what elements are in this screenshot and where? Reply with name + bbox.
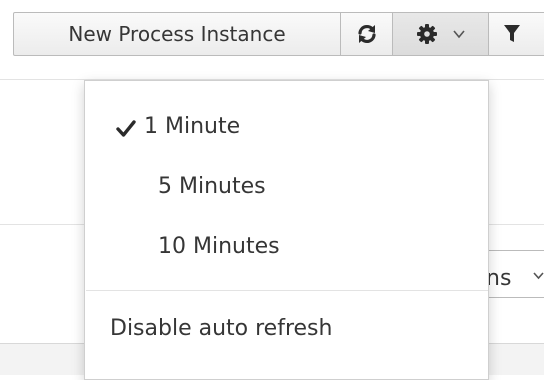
refresh-button[interactable] (340, 12, 393, 56)
menu-item-label: Disable auto refresh (110, 316, 333, 341)
gear-icon (416, 24, 437, 44)
background-select-label: ns (486, 266, 512, 291)
chevron-down-icon (452, 30, 465, 39)
menu-item-label: 5 Minutes (158, 174, 266, 199)
checkmark-icon (116, 120, 136, 137)
menu-divider (86, 290, 488, 291)
auto-refresh-settings-button[interactable] (392, 12, 489, 56)
menu-item-label: 10 Minutes (158, 234, 280, 259)
refresh-icon (357, 24, 376, 44)
menu-item-5-minutes[interactable]: 5 Minutes (86, 161, 488, 219)
menu-item-10-minutes[interactable]: 10 Minutes (86, 221, 488, 279)
menu-item-1-minute[interactable]: 1 Minute (86, 101, 488, 159)
disable-auto-refresh-item[interactable]: Disable auto refresh (86, 303, 488, 361)
new-process-instance-label: New Process Instance (68, 22, 286, 46)
auto-refresh-menu: 1 Minute 5 Minutes 10 Minutes Disable au… (84, 80, 489, 380)
new-process-instance-button[interactable]: New Process Instance (13, 12, 341, 56)
chevron-down-icon (533, 272, 544, 280)
filter-button[interactable] (488, 12, 544, 56)
filter-icon (504, 25, 520, 42)
menu-item-label: 1 Minute (144, 114, 241, 139)
